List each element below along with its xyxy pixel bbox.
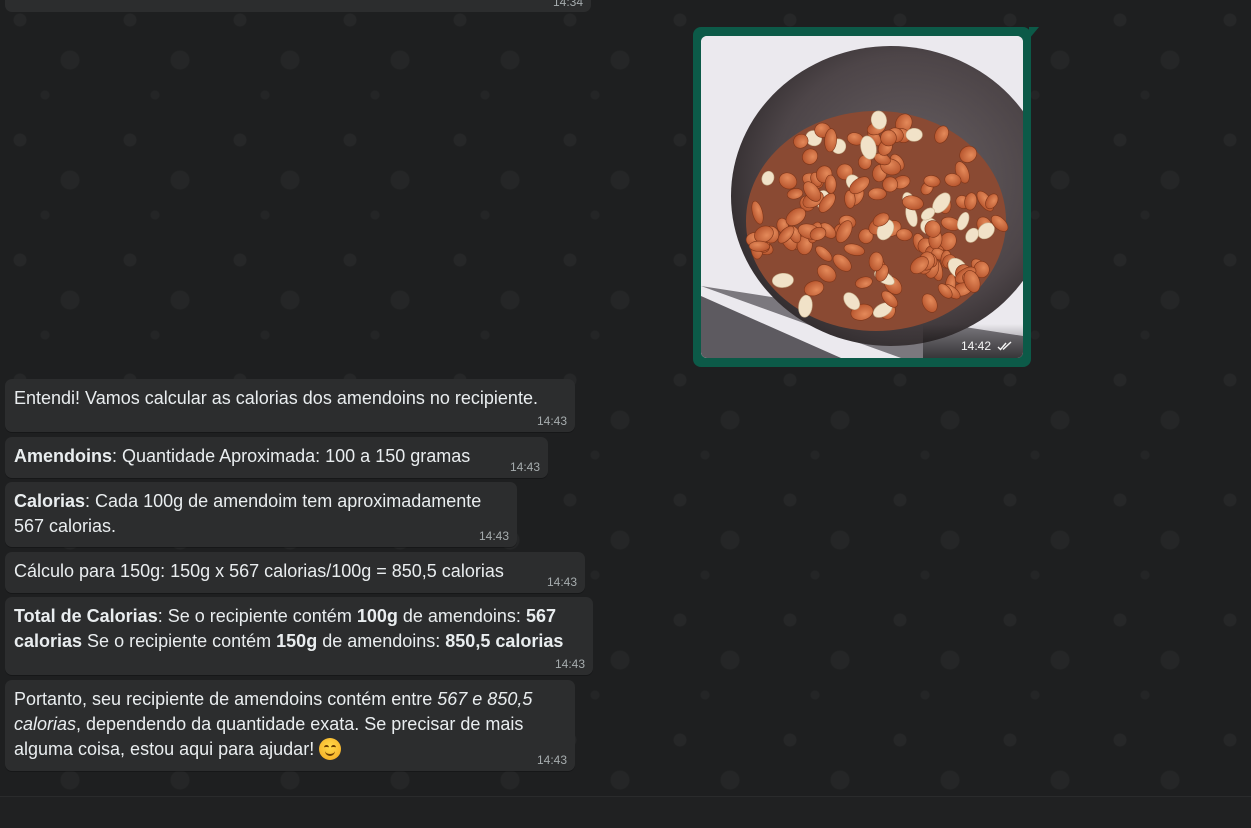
text-run: de amendoins: [397, 606, 526, 626]
message-bubble[interactable]: Amendoins: Quantidade Aproximada: 100 a … [5, 437, 548, 478]
chat-background: 14:34 14:42 Entendi! Vamos calcular as c… [0, 0, 1251, 796]
bold-text: 150g [276, 631, 318, 651]
bold-text: Calorias [14, 491, 86, 511]
text-run: Se o recipiente contém [82, 631, 277, 651]
message-text: Cálculo para 150g: 150g x 567 calorias/1… [14, 559, 576, 584]
bold-text: Total de Calorias [14, 606, 158, 626]
text-run: : Quantidade Aproximada: 100 a 150 grama… [112, 446, 471, 466]
composer-bar[interactable] [0, 796, 1251, 828]
message-text: Total de Calorias: Se o recipiente conté… [14, 604, 581, 654]
message-bubble[interactable]: Total de Calorias: Se o recipiente conté… [5, 597, 593, 675]
peanuts-photo[interactable]: 14:42 [701, 36, 1023, 358]
text-run: de amendoins: [317, 631, 446, 651]
peanuts-photo-image [701, 36, 1023, 358]
message-time: 14:43 [554, 657, 585, 671]
message-text: Amendoins: Quantidade Aproximada: 100 a … [14, 444, 539, 469]
smiling-face-icon [319, 738, 342, 760]
text-run: : Cada 100g de amendoim tem aproximadame… [14, 491, 482, 536]
outgoing-image-message[interactable]: 14:42 [693, 27, 1039, 367]
peanut [905, 127, 923, 142]
message-text: Calorias: Cada 100g de amendoim tem apro… [14, 489, 503, 539]
double-check-icon [997, 341, 1012, 351]
text-run: Entendi! Vamos calcular as calorias dos … [14, 388, 538, 408]
message-text: Entendi! Vamos calcular as calorias dos … [14, 386, 566, 411]
bold-text: Amendoins [14, 446, 113, 466]
message-bubble[interactable]: Entendi! Vamos calcular as calorias dos … [5, 379, 575, 432]
bold-text: 100g [356, 606, 398, 626]
message-time: 14:34 [552, 0, 583, 9]
message-text: Portanto, seu recipiente de amendoins co… [14, 687, 563, 762]
message-bubble[interactable]: Cálculo para 150g: 150g x 567 calorias/1… [5, 552, 585, 593]
message-time: 14:43 [546, 575, 577, 589]
peanut [748, 240, 770, 252]
message-time: 14:43 [478, 529, 509, 543]
peanut [868, 187, 887, 201]
previous-message-bubble[interactable]: 14:34 [5, 0, 591, 12]
message-time: 14:43 [536, 414, 567, 428]
message-time: 14:43 [509, 460, 540, 474]
message-time: 14:43 [536, 753, 567, 767]
bold-text: 850,5 calorias [445, 631, 564, 651]
message-time: 14:42 [960, 339, 991, 353]
text-run: , dependendo da quantidade exata. Se pre… [14, 714, 524, 759]
text-run: Cálculo para 150g: 150g x 567 calorias/1… [14, 561, 504, 581]
message-bubble[interactable]: Portanto, seu recipiente de amendoins co… [5, 680, 575, 771]
text-run: Portanto, seu recipiente de amendoins co… [14, 689, 438, 709]
message-bubble[interactable]: Calorias: Cada 100g de amendoim tem apro… [5, 482, 517, 547]
bubble-tail [1029, 27, 1039, 39]
text-run: : Se o recipiente contém [157, 606, 357, 626]
